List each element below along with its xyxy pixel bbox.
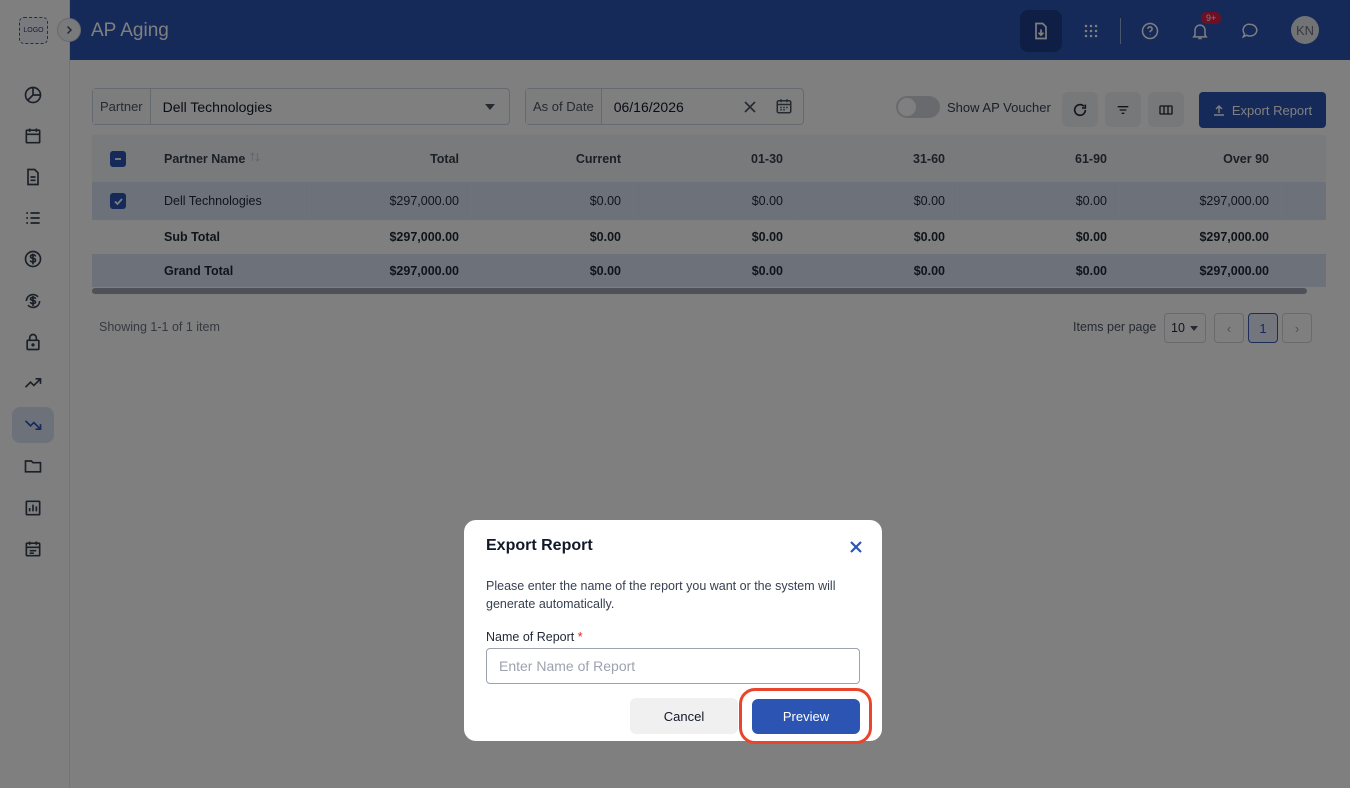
report-name-label: Name of Report * bbox=[486, 630, 583, 644]
report-name-label-text: Name of Report bbox=[486, 630, 575, 644]
cancel-button[interactable]: Cancel bbox=[630, 698, 738, 734]
close-icon[interactable] bbox=[846, 537, 866, 557]
dialog-description: Please enter the name of the report you … bbox=[486, 579, 836, 611]
required-marker: * bbox=[577, 630, 583, 644]
dialog-title: Export Report bbox=[486, 537, 593, 554]
report-name-input[interactable] bbox=[486, 648, 860, 684]
preview-button[interactable]: Preview bbox=[752, 699, 860, 734]
export-report-dialog: Export Report Please enter the name of t… bbox=[464, 520, 882, 744]
